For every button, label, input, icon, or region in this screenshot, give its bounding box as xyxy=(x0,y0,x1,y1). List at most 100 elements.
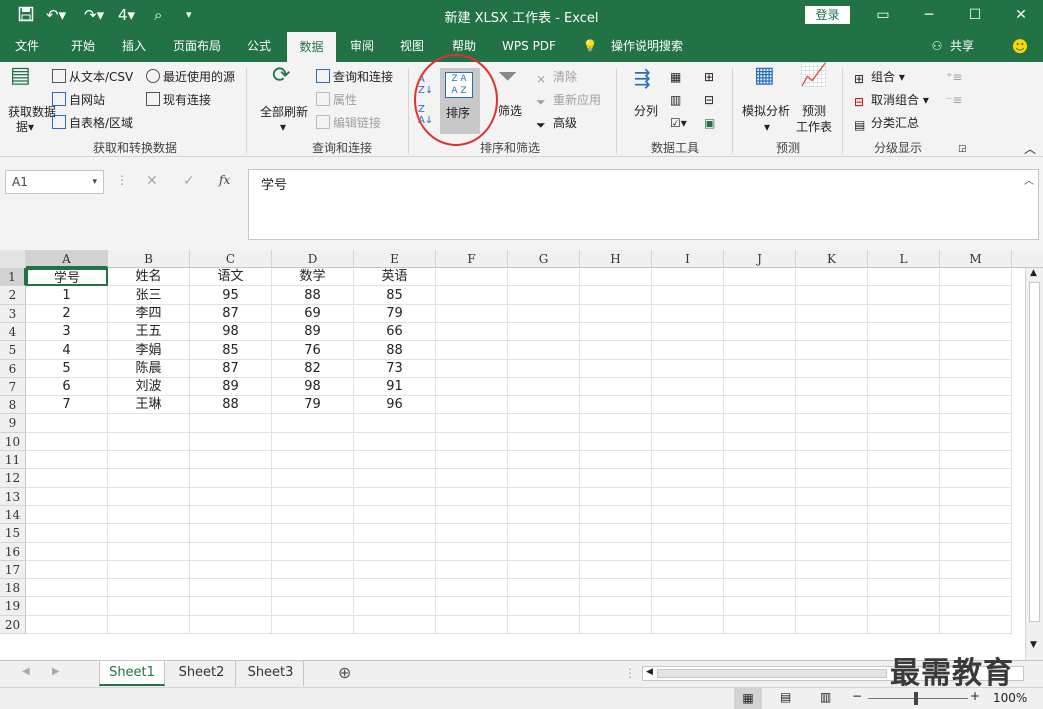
page-break-preview-icon[interactable]: ▥ xyxy=(820,690,831,704)
cell-c5[interactable]: 85 xyxy=(190,341,272,360)
cell-j17[interactable] xyxy=(724,561,796,579)
cell-c16[interactable] xyxy=(190,543,272,561)
cell-i3[interactable] xyxy=(652,305,724,323)
tab-home[interactable]: 开始 xyxy=(60,31,106,62)
cell-h7[interactable] xyxy=(580,378,652,396)
row-header[interactable]: 10 xyxy=(0,433,26,451)
cell-k17[interactable] xyxy=(796,561,868,579)
cell-c10[interactable] xyxy=(190,433,272,451)
tab-formulas[interactable]: 公式 xyxy=(236,31,282,62)
row-header[interactable]: 8 xyxy=(0,396,26,414)
column-header-i[interactable]: I xyxy=(652,250,724,268)
cell-k18[interactable] xyxy=(796,579,868,597)
cell-h15[interactable] xyxy=(580,524,652,543)
refresh-all-button[interactable]: 全部刷新 xyxy=(260,104,308,120)
cell-d15[interactable] xyxy=(272,524,354,543)
cell-l16[interactable] xyxy=(868,543,940,561)
cell-l3[interactable] xyxy=(868,305,940,323)
cell-j8[interactable] xyxy=(724,396,796,414)
cell-f4[interactable] xyxy=(436,323,508,341)
cell-k19[interactable] xyxy=(796,597,868,616)
cell-f12[interactable] xyxy=(436,469,508,488)
cell-l12[interactable] xyxy=(868,469,940,488)
cell-j13[interactable] xyxy=(724,488,796,506)
cell-h10[interactable] xyxy=(580,433,652,451)
cell-k14[interactable] xyxy=(796,506,868,524)
cell-d19[interactable] xyxy=(272,597,354,616)
cell-b19[interactable] xyxy=(108,597,190,616)
cell-f2[interactable] xyxy=(436,286,508,305)
cell-i15[interactable] xyxy=(652,524,724,543)
filter-button[interactable]: 筛选 xyxy=(498,103,522,119)
cell-m15[interactable] xyxy=(940,524,1012,543)
cell-a20[interactable] xyxy=(26,616,108,634)
cell-c14[interactable] xyxy=(190,506,272,524)
cell-l18[interactable] xyxy=(868,579,940,597)
cell-g18[interactable] xyxy=(508,579,580,597)
cell-b13[interactable] xyxy=(108,488,190,506)
cell-m4[interactable] xyxy=(940,323,1012,341)
cell-i13[interactable] xyxy=(652,488,724,506)
cell-e12[interactable] xyxy=(354,469,436,488)
cell-c18[interactable] xyxy=(190,579,272,597)
cell-j7[interactable] xyxy=(724,378,796,396)
cell-e9[interactable] xyxy=(354,414,436,433)
cell-k9[interactable] xyxy=(796,414,868,433)
cell-j10[interactable] xyxy=(724,433,796,451)
spreadsheet-grid[interactable]: ABCDEFGHIJKLM 1 学号 姓名 语文 数学 英语 2 1 张三 95 88 85 3 2 李四 8… xyxy=(0,250,1043,660)
cell-i9[interactable] xyxy=(652,414,724,433)
cell-m1[interactable] xyxy=(940,268,1012,286)
cell-d11[interactable] xyxy=(272,451,354,469)
cell-i14[interactable] xyxy=(652,506,724,524)
cell-g7[interactable] xyxy=(508,378,580,396)
cell-g15[interactable] xyxy=(508,524,580,543)
cell-k10[interactable] xyxy=(796,433,868,451)
cell-l14[interactable] xyxy=(868,506,940,524)
cell-j14[interactable] xyxy=(724,506,796,524)
cell-g1[interactable] xyxy=(508,268,580,286)
cell-d17[interactable] xyxy=(272,561,354,579)
sheet-tab-sheet1[interactable]: Sheet1 xyxy=(99,661,165,686)
column-header-m[interactable]: M xyxy=(940,250,1012,268)
cell-h17[interactable] xyxy=(580,561,652,579)
cell-g19[interactable] xyxy=(508,597,580,616)
cell-f6[interactable] xyxy=(436,360,508,378)
column-header-k[interactable]: K xyxy=(796,250,868,268)
cell-g11[interactable] xyxy=(508,451,580,469)
cell-f7[interactable] xyxy=(436,378,508,396)
cell-a18[interactable] xyxy=(26,579,108,597)
cell-d2[interactable]: 88 xyxy=(272,286,354,305)
cell-e1[interactable]: 英语 xyxy=(354,268,436,286)
cell-i10[interactable] xyxy=(652,433,724,451)
cell-i4[interactable] xyxy=(652,323,724,341)
tab-insert[interactable]: 插入 xyxy=(112,31,156,62)
cell-j3[interactable] xyxy=(724,305,796,323)
cell-i11[interactable] xyxy=(652,451,724,469)
existing-connections-button[interactable]: 现有连接 xyxy=(146,92,211,108)
relationships-icon[interactable]: ⊟ xyxy=(704,92,714,108)
cell-j20[interactable] xyxy=(724,616,796,634)
cell-b12[interactable] xyxy=(108,469,190,488)
cell-a19[interactable] xyxy=(26,597,108,616)
cell-j16[interactable] xyxy=(724,543,796,561)
maximize-icon[interactable]: ☐ xyxy=(960,5,990,25)
cell-b9[interactable] xyxy=(108,414,190,433)
cell-k1[interactable] xyxy=(796,268,868,286)
cell-k20[interactable] xyxy=(796,616,868,634)
cell-c1[interactable]: 语文 xyxy=(190,268,272,286)
cell-b2[interactable]: 张三 xyxy=(108,286,190,305)
refresh-dropdown-icon[interactable]: ▾ xyxy=(280,119,286,135)
smiley-feedback-icon[interactable]: ☻ xyxy=(1008,31,1032,62)
cell-h9[interactable] xyxy=(580,414,652,433)
cell-e18[interactable] xyxy=(354,579,436,597)
tab-page-layout[interactable]: 页面布局 xyxy=(164,31,230,62)
cell-i6[interactable] xyxy=(652,360,724,378)
cell-f15[interactable] xyxy=(436,524,508,543)
cell-e4[interactable]: 66 xyxy=(354,323,436,341)
reapply-button[interactable]: ⏷ 重新应用 xyxy=(536,92,601,109)
tab-data[interactable]: 数据 xyxy=(287,31,336,62)
what-if-analysis-button[interactable]: 模拟分析 xyxy=(742,103,790,119)
what-if-dropdown-icon[interactable]: ▾ xyxy=(764,119,770,135)
cell-j19[interactable] xyxy=(724,597,796,616)
page-layout-view-icon[interactable]: ▤ xyxy=(780,690,791,704)
